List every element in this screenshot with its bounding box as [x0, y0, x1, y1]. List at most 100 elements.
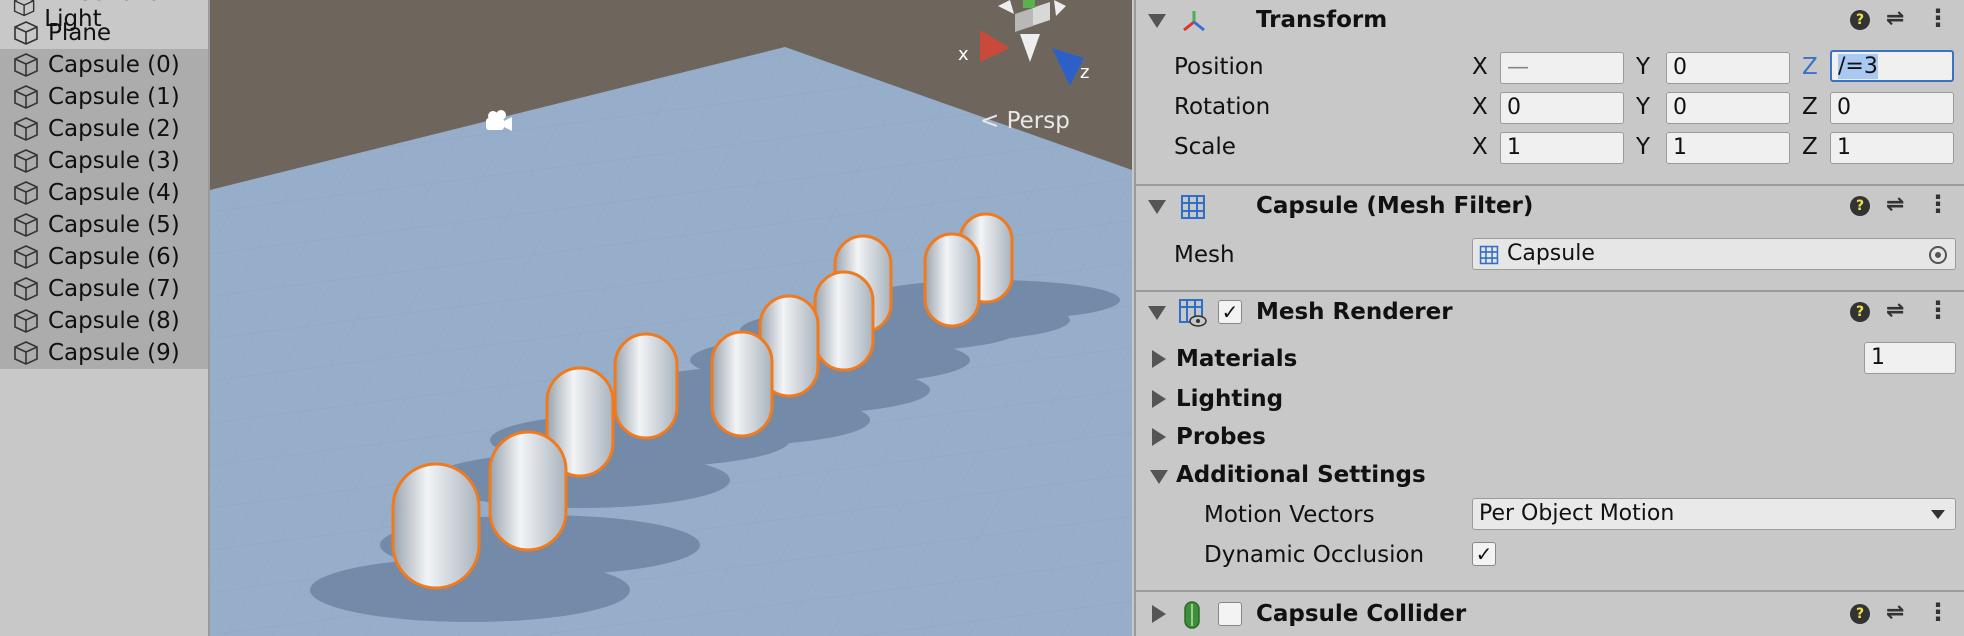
presets-icon[interactable]: ⇌	[1886, 600, 1904, 625]
position-z-value: /=3	[1838, 54, 1878, 79]
position-y-field[interactable]: 0	[1666, 52, 1790, 84]
capsule-object	[391, 462, 481, 590]
motion-vectors-value: Per Object Motion	[1479, 501, 1675, 526]
hierarchy-item[interactable]: Capsule (4)	[0, 177, 208, 209]
scale-y-field[interactable]: 1	[1666, 132, 1790, 164]
hierarchy-item[interactable]: Capsule (5)	[0, 209, 208, 241]
transform-axis-icon	[1183, 11, 1205, 32]
hierarchy-item[interactable]: Capsule (8)	[0, 305, 208, 337]
foldout-arrow-icon[interactable]	[1152, 428, 1166, 446]
rotation-y-field[interactable]: 0	[1666, 92, 1790, 124]
gameobject-cube-icon	[14, 213, 38, 237]
hierarchy-item-label: Capsule (6)	[48, 244, 180, 270]
hierarchy-item[interactable]: Capsule (3)	[0, 145, 208, 177]
mesh-object-field[interactable]: Capsule	[1472, 238, 1956, 270]
capsule-collider-enabled-checkbox[interactable]	[1218, 602, 1242, 626]
position-label: Position	[1174, 54, 1264, 80]
transform-header[interactable]: Transform ? ⇌ ⋮	[1136, 0, 1964, 40]
hierarchy-item-label: Capsule (1)	[48, 84, 180, 110]
axis-x-label: X	[1472, 94, 1488, 120]
capsule-object	[613, 332, 679, 440]
context-menu-icon[interactable]: ⋮	[1926, 4, 1950, 32]
help-icon[interactable]: ?	[1850, 196, 1870, 216]
gameobject-cube-icon	[14, 309, 38, 333]
scale-x-field[interactable]: 1	[1500, 132, 1624, 164]
help-icon[interactable]: ?	[1850, 604, 1870, 624]
probes-foldout[interactable]: Probes	[1176, 424, 1266, 450]
foldout-arrow-icon[interactable]	[1152, 390, 1166, 408]
foldout-arrow-icon[interactable]	[1148, 200, 1166, 214]
additional-settings-foldout[interactable]: Additional Settings	[1176, 462, 1426, 488]
motion-vectors-dropdown[interactable]: Per Object Motion	[1472, 498, 1956, 530]
hierarchy-item-label: Plane	[48, 20, 112, 46]
lighting-foldout[interactable]: Lighting	[1176, 386, 1283, 412]
dynamic-occlusion-label: Dynamic Occlusion	[1204, 542, 1425, 568]
orientation-gizmo-icon[interactable]: x z	[958, 0, 1089, 86]
hierarchy-item-label: Capsule (9)	[48, 340, 180, 366]
capsule-object	[710, 330, 774, 438]
capsule-object	[813, 270, 875, 372]
axis-z-label: Z	[1802, 54, 1818, 80]
hierarchy-item[interactable]: Capsule (6)	[0, 241, 208, 273]
foldout-arrow-icon[interactable]	[1148, 306, 1166, 320]
materials-count-field[interactable]: 1	[1864, 342, 1956, 374]
scene-view[interactable]: x z < Persp	[210, 0, 1132, 636]
capsule-object	[923, 232, 981, 328]
foldout-arrow-icon[interactable]	[1152, 350, 1166, 368]
inspector-panel: Transform ? ⇌ ⋮ Position X — Y 0 Z /=3 R…	[1134, 0, 1964, 636]
mesh-renderer-enabled-checkbox[interactable]: ✓	[1218, 300, 1242, 324]
materials-foldout[interactable]: Materials	[1176, 346, 1297, 372]
axis-x-label: X	[1472, 134, 1488, 160]
axis-y-label: Y	[1636, 94, 1651, 120]
capsule-object	[488, 430, 568, 552]
hierarchy-item[interactable]: Capsule (7)	[0, 273, 208, 305]
gizmo-z-label: z	[1080, 62, 1089, 83]
scale-z-field[interactable]: 1	[1830, 132, 1954, 164]
gizmo-x-label: x	[958, 44, 969, 65]
object-picker-icon[interactable]	[1927, 244, 1949, 266]
foldout-arrow-icon[interactable]	[1152, 605, 1166, 623]
mesh-renderer-title: Mesh Renderer	[1256, 299, 1453, 325]
mesh-grid-icon	[1181, 195, 1205, 219]
projection-toggle[interactable]: < Persp	[980, 108, 1070, 134]
gameobject-cube-icon	[14, 149, 38, 173]
position-x-field[interactable]: —	[1500, 52, 1624, 84]
foldout-arrow-icon[interactable]	[1148, 14, 1166, 28]
gameobject-cube-icon	[14, 181, 38, 205]
hierarchy-item[interactable]: Capsule (1)	[0, 81, 208, 113]
foldout-arrow-icon[interactable]	[1150, 470, 1168, 484]
help-icon[interactable]: ?	[1850, 10, 1870, 30]
hierarchy-item-label: Capsule (5)	[48, 212, 180, 238]
context-menu-icon[interactable]: ⋮	[1926, 296, 1950, 324]
rotation-label: Rotation	[1174, 94, 1271, 120]
help-icon[interactable]: ?	[1850, 302, 1870, 322]
mesh-label: Mesh	[1174, 242, 1235, 268]
position-z-field[interactable]: /=3	[1830, 50, 1954, 82]
axis-x-label: X	[1472, 54, 1488, 80]
hierarchy-item[interactable]: Capsule (0)	[0, 49, 208, 81]
mesh-filter-header[interactable]: Capsule (Mesh Filter) ? ⇌ ⋮	[1136, 186, 1964, 226]
context-menu-icon[interactable]: ⋮	[1926, 190, 1950, 218]
dynamic-occlusion-checkbox[interactable]: ✓	[1472, 542, 1496, 566]
rotation-x-field[interactable]: 0	[1500, 92, 1624, 124]
motion-vectors-label: Motion Vectors	[1204, 502, 1375, 528]
hierarchy-item-label: Capsule (4)	[48, 180, 180, 206]
hierarchy-item-label: Capsule (2)	[48, 116, 180, 142]
hierarchy-item[interactable]: Capsule (2)	[0, 113, 208, 145]
presets-icon[interactable]: ⇌	[1886, 6, 1904, 31]
context-menu-icon[interactable]: ⋮	[1926, 598, 1950, 626]
axis-z-label: Z	[1802, 94, 1818, 120]
mesh-value: Capsule	[1507, 241, 1595, 266]
mesh-renderer-header[interactable]: ✓ Mesh Renderer ? ⇌ ⋮	[1136, 292, 1964, 332]
scene-viewport[interactable]: x z	[210, 0, 1132, 636]
gameobject-cube-icon	[14, 245, 38, 269]
divider	[1136, 590, 1964, 592]
capsule-collider-header[interactable]: Capsule Collider ? ⇌ ⋮	[1136, 594, 1964, 634]
hierarchy-item[interactable]: Plane	[0, 17, 208, 49]
presets-icon[interactable]: ⇌	[1886, 192, 1904, 217]
camera-gizmo-icon[interactable]	[486, 110, 512, 131]
presets-icon[interactable]: ⇌	[1886, 298, 1904, 323]
hierarchy-item[interactable]: Capsule (9)	[0, 337, 208, 369]
hierarchy-item-label: Capsule (8)	[48, 308, 180, 334]
rotation-z-field[interactable]: 0	[1830, 92, 1954, 124]
